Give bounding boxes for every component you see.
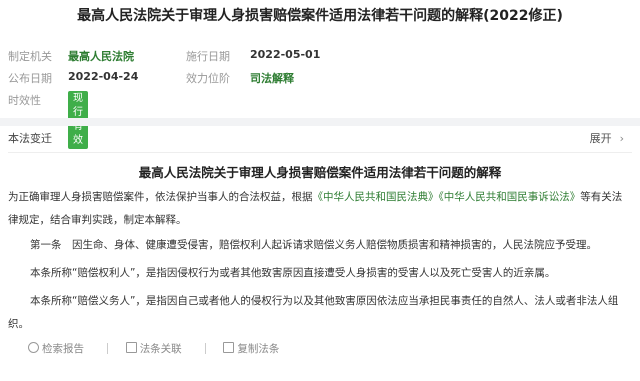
effective-date-label: 施行日期 (186, 50, 230, 63)
divider (8, 152, 632, 153)
page-title: 最高人民法院关于审理人身损害赔偿案件适用法律若干问题的解释(2022修正) (77, 8, 563, 24)
copy-icon (223, 342, 235, 353)
search-report-icon (28, 342, 39, 353)
action-divider (205, 343, 207, 354)
copy-article-label: 复制法条 (237, 343, 280, 355)
validity-label: 时效性 (8, 94, 41, 107)
expand-label: 展开 (589, 132, 612, 145)
publish-date-label: 公布日期 (8, 72, 52, 85)
copy-article-button[interactable]: 复制法条 (223, 342, 280, 355)
document-title: 最高人民法院关于审理人身损害赔偿案件适用法律若干问题的解释 (138, 165, 502, 180)
level-label: 效力位阶 (186, 72, 230, 85)
article-1-paragraph-3: 本条所称“赔偿义务人”，是指因自己或者他人的侵权行为以及其他致害原因依法应当承担… (8, 295, 619, 330)
civil-code-link[interactable]: 《中华人民共和国民法典》 (313, 191, 439, 203)
level-value[interactable]: 司法解释 (250, 70, 294, 86)
related-laws-label: 法条关联 (139, 343, 182, 355)
article-1-paragraph-2: 本条所称“赔偿权利人”，是指因侵权行为或者其他致害原因直接遭受人身损害的受害人以… (30, 267, 556, 279)
search-report-label: 检索报告 (42, 343, 84, 355)
effective-date-value: 2022-05-01 (250, 48, 321, 61)
link-icon (125, 342, 137, 353)
expand-button[interactable]: 展开 › (590, 130, 624, 146)
preamble: 为正确审理人身损害赔偿案件，依法保护当事人的合法权益，根据《中华人民共和国民法典… (8, 186, 632, 232)
issuer-label: 制定机关 (8, 50, 52, 63)
chevron-right-icon: › (619, 132, 624, 145)
law-history-label: 本法变迁 (8, 132, 52, 145)
law-history-bar[interactable]: 本法变迁 展开 › (8, 130, 632, 146)
action-bar: 检索报告 法条关联 复制法条 (28, 341, 299, 356)
search-report-button[interactable]: 检索报告 (28, 342, 84, 355)
civil-procedure-law-link[interactable]: 《中华人民共和国民事诉讼法》 (439, 191, 581, 203)
article-1: 第一条 因生命、身体、健康遭受侵害，赔偿权利人起诉请求赔偿义务人赔偿物质损害和精… (30, 239, 597, 251)
publish-date-value: 2022-04-24 (68, 70, 139, 83)
related-laws-button[interactable]: 法条关联 (125, 342, 182, 355)
issuer-value[interactable]: 最高人民法院 (68, 48, 134, 64)
section-separator (0, 118, 640, 126)
preamble-text-a: 为正确审理人身损害赔偿案件，依法保护当事人的合法权益，根据 (8, 191, 313, 203)
action-divider (107, 343, 109, 354)
